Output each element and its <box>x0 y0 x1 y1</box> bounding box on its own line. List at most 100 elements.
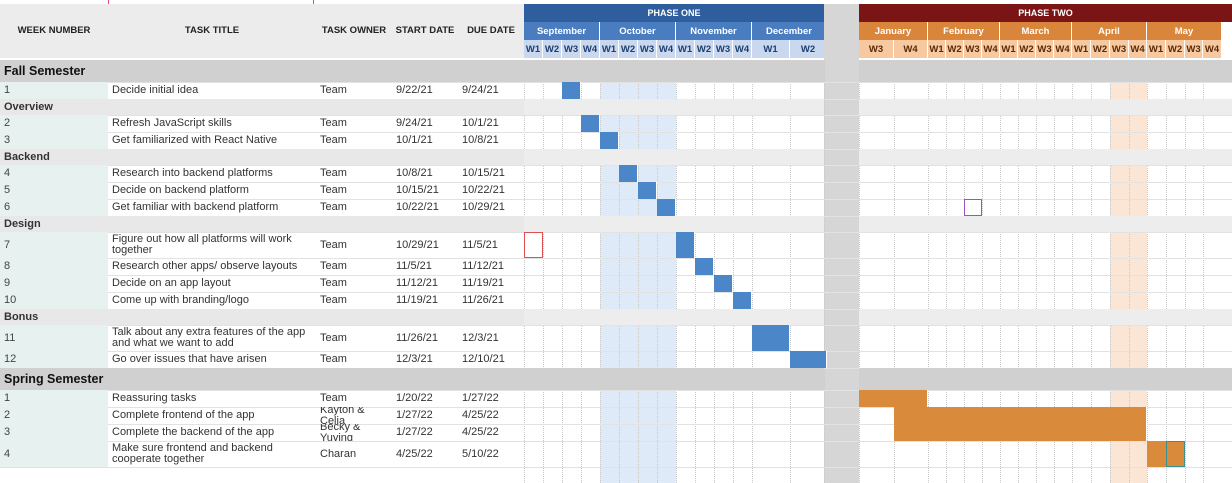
task-owner[interactable]: Team <box>320 132 390 149</box>
task-owner[interactable]: Team <box>320 232 390 258</box>
task-title[interactable]: Complete frontend of the app <box>112 407 314 424</box>
task-number[interactable]: 7 <box>4 232 106 258</box>
gantt-bar[interactable] <box>676 232 695 258</box>
task-start-date[interactable]: 10/29/21 <box>396 232 456 258</box>
gantt-bar[interactable] <box>790 351 827 368</box>
task-number[interactable]: 4 <box>4 441 106 467</box>
gantt-bar[interactable] <box>562 82 581 99</box>
task-start-date[interactable]: 11/12/21 <box>396 275 456 292</box>
task-start-date[interactable]: 10/22/21 <box>396 199 456 216</box>
month-header-may: May <box>1147 22 1222 40</box>
gantt-bar[interactable] <box>894 407 1147 424</box>
task-owner[interactable]: Team <box>320 165 390 182</box>
gantt-bar[interactable] <box>638 182 657 199</box>
task-start-date[interactable]: 10/8/21 <box>396 165 456 182</box>
task-due-date[interactable]: 11/19/21 <box>462 275 522 292</box>
task-number[interactable]: 1 <box>4 82 106 99</box>
task-owner[interactable]: Team <box>320 199 390 216</box>
task-owner[interactable]: Charan <box>320 441 390 467</box>
task-number[interactable]: 2 <box>4 115 106 132</box>
gantt-bar[interactable] <box>619 165 638 182</box>
task-title[interactable]: Reassuring tasks <box>112 390 314 407</box>
task-owner[interactable]: Team <box>320 115 390 132</box>
gantt-bar[interactable] <box>714 275 733 292</box>
task-start-date[interactable]: 9/22/21 <box>396 82 456 99</box>
task-due-date[interactable]: 10/15/21 <box>462 165 522 182</box>
task-title[interactable]: Get familiarized with React Native <box>112 132 314 149</box>
gantt-bar[interactable] <box>657 199 676 216</box>
task-number[interactable]: 4 <box>4 165 106 182</box>
task-due-date[interactable]: 10/22/21 <box>462 182 522 199</box>
task-title[interactable]: Talk about any extra features of the app… <box>112 325 314 351</box>
gantt-bar[interactable] <box>752 325 790 351</box>
task-due-date[interactable]: 1/27/22 <box>462 390 522 407</box>
gantt-bar[interactable] <box>581 115 600 132</box>
month-header-september: September <box>524 22 600 40</box>
task-start-date[interactable]: 9/24/21 <box>396 115 456 132</box>
task-start-date[interactable]: 12/3/21 <box>396 351 456 368</box>
task-title[interactable]: Decide initial idea <box>112 82 314 99</box>
task-owner[interactable]: Team <box>320 182 390 199</box>
task-owner[interactable]: Team <box>320 292 390 309</box>
task-number[interactable]: 9 <box>4 275 106 292</box>
task-owner[interactable]: Team <box>320 82 390 99</box>
task-start-date[interactable]: 11/19/21 <box>396 292 456 309</box>
task-title[interactable]: Go over issues that have arisen <box>112 351 314 368</box>
task-title[interactable]: Research into backend platforms <box>112 165 314 182</box>
task-title[interactable]: Come up with branding/logo <box>112 292 314 309</box>
task-number[interactable]: 1 <box>4 390 106 407</box>
task-start-date[interactable]: 4/25/22 <box>396 441 456 467</box>
task-start-date[interactable]: 11/26/21 <box>396 325 456 351</box>
gantt-bar[interactable] <box>733 292 752 309</box>
task-start-date[interactable]: 10/1/21 <box>396 132 456 149</box>
task-owner[interactable]: Team <box>320 325 390 351</box>
task-number[interactable]: 10 <box>4 292 106 309</box>
phase-two-header: PHASE TWO <box>859 4 1232 22</box>
task-owner[interactable]: Team <box>320 258 390 275</box>
task-title[interactable]: Decide on backend platform <box>112 182 314 199</box>
task-number[interactable]: 8 <box>4 258 106 275</box>
task-due-date[interactable]: 5/10/22 <box>462 441 522 467</box>
task-start-date[interactable]: 1/27/22 <box>396 424 456 441</box>
task-title[interactable]: Complete the backend of the app <box>112 424 314 441</box>
gantt-bar[interactable] <box>894 424 1147 441</box>
task-number[interactable]: 5 <box>4 182 106 199</box>
gantt-bar[interactable] <box>859 390 928 407</box>
task-number[interactable]: 6 <box>4 199 106 216</box>
task-start-date[interactable]: 1/20/22 <box>396 390 456 407</box>
task-number[interactable]: 3 <box>4 132 106 149</box>
column-header-due-date: DUE DATE <box>467 24 515 36</box>
task-number[interactable]: 3 <box>4 424 106 441</box>
task-title[interactable]: Make sure frontend and backend cooperate… <box>112 441 314 467</box>
task-due-date[interactable]: 10/1/21 <box>462 115 522 132</box>
task-due-date[interactable]: 11/12/21 <box>462 258 522 275</box>
gantt-bar[interactable] <box>600 132 619 149</box>
task-due-date[interactable]: 12/10/21 <box>462 351 522 368</box>
task-start-date[interactable]: 11/5/21 <box>396 258 456 275</box>
week-header: W2 <box>1018 40 1036 58</box>
task-start-date[interactable]: 1/27/22 <box>396 407 456 424</box>
task-title[interactable]: Get familiar with backend platform <box>112 199 314 216</box>
task-owner[interactable]: Team <box>320 351 390 368</box>
task-title[interactable]: Figure out how all platforms will work t… <box>112 232 314 258</box>
task-owner[interactable]: Becky & Yuying <box>320 424 390 441</box>
task-due-date[interactable]: 10/8/21 <box>462 132 522 149</box>
task-due-date[interactable]: 10/29/21 <box>462 199 522 216</box>
task-number[interactable]: 12 <box>4 351 106 368</box>
task-due-date[interactable]: 12/3/21 <box>462 325 522 351</box>
task-due-date[interactable]: 11/26/21 <box>462 292 522 309</box>
task-owner[interactable]: Team <box>320 275 390 292</box>
task-due-date[interactable]: 11/5/21 <box>462 232 522 258</box>
task-due-date[interactable]: 4/25/22 <box>462 407 522 424</box>
task-due-date[interactable]: 4/25/22 <box>462 424 522 441</box>
task-title[interactable]: Refresh JavaScript skills <box>112 115 314 132</box>
task-owner[interactable]: Team <box>320 390 390 407</box>
task-title[interactable]: Research other apps/ observe layouts <box>112 258 314 275</box>
task-number[interactable]: 2 <box>4 407 106 424</box>
task-owner[interactable]: Kayton & Celia <box>320 407 390 424</box>
task-due-date[interactable]: 9/24/21 <box>462 82 522 99</box>
task-title[interactable]: Decide on an app layout <box>112 275 314 292</box>
gantt-bar[interactable] <box>695 258 714 275</box>
task-start-date[interactable]: 10/15/21 <box>396 182 456 199</box>
task-number[interactable]: 11 <box>4 325 106 351</box>
